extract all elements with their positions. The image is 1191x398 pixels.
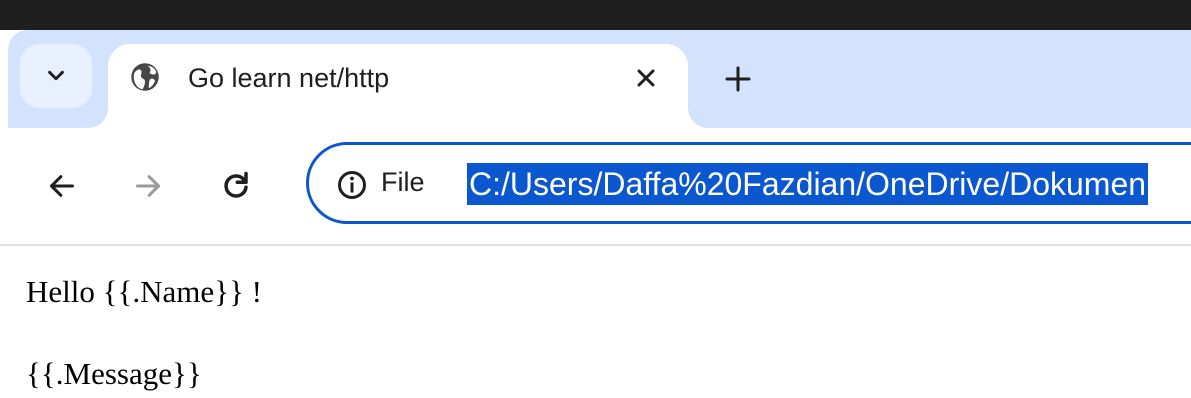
chevron-down-icon <box>48 70 64 81</box>
page-content: Hello {{.Name}} ! {{.Message}} <box>0 246 1191 398</box>
url-text[interactable]: C:/Users/Daffa%20Fazdian/OneDrive/Dokume… <box>467 163 1149 205</box>
arrow-left-icon <box>49 175 75 197</box>
scheme-label[interactable]: File <box>381 167 425 198</box>
close-icon <box>637 69 655 87</box>
forward-button[interactable] <box>126 164 170 208</box>
message-text: {{.Message}} <box>26 356 202 391</box>
info-icon[interactable] <box>337 170 367 200</box>
reload-icon <box>224 171 248 198</box>
tab-active[interactable]: Go learn net/http <box>108 44 688 139</box>
tab-search-button[interactable] <box>20 44 92 108</box>
reload-button[interactable] <box>214 164 258 208</box>
new-tab-button[interactable] <box>718 59 758 99</box>
tab-title: Go learn net/http <box>188 63 390 93</box>
window-titlebar <box>0 0 1191 30</box>
tab-close-button[interactable] <box>628 60 664 96</box>
globe-icon <box>131 63 159 91</box>
address-bar[interactable]: File C:/Users/Daffa%20Fazdian/OneDrive/D… <box>306 142 1191 224</box>
browser-toolbar: File C:/Users/Daffa%20Fazdian/OneDrive/D… <box>0 128 1191 246</box>
plus-icon <box>725 66 751 92</box>
arrow-right-icon <box>135 175 161 197</box>
back-button[interactable] <box>40 164 84 208</box>
greeting-text: Hello {{.Name}} ! <box>26 274 262 309</box>
